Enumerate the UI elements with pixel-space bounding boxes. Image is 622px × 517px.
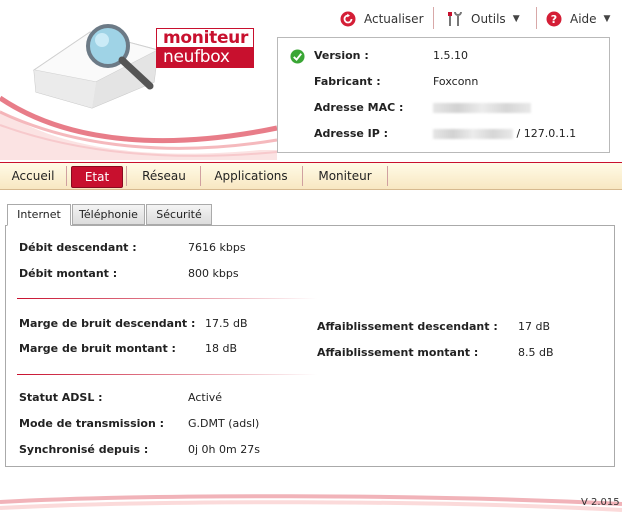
nav-applications[interactable]: Applications — [205, 163, 297, 189]
refresh-icon — [340, 11, 356, 27]
snr-down-label: Marge de bruit descendant : — [19, 317, 196, 330]
maker-row: Fabricant : Foxconn — [278, 75, 609, 93]
check-icon — [290, 49, 305, 64]
chevron-down-icon: ▼ — [603, 14, 611, 24]
chevron-down-icon: ▼ — [512, 14, 520, 24]
nav-accueil[interactable]: Accueil — [4, 163, 62, 189]
footer-swoosh — [0, 494, 622, 512]
down-rate-value: 7616 kbps — [188, 241, 246, 254]
atten-up-label: Affaiblissement montant : — [317, 346, 479, 359]
ip-value: / 127.0.1.1 — [433, 127, 576, 140]
device-info-box: Version : 1.5.10 Fabricant : Foxconn Adr… — [277, 37, 610, 153]
mac-label: Adresse MAC : — [314, 101, 404, 114]
ip-redacted — [433, 129, 513, 139]
nav-separator — [66, 166, 67, 186]
main-nav: Accueil Etat Réseau Applications Moniteu… — [0, 162, 622, 190]
version-value: 1.5.10 — [433, 49, 468, 62]
up-rate-label: Débit montant : — [19, 267, 118, 280]
toolbar-separator — [433, 7, 434, 29]
nav-moniteur[interactable]: Moniteur — [307, 163, 383, 189]
adsl-status-label: Statut ADSL : — [19, 391, 103, 404]
atten-down-value: 17 dB — [518, 320, 551, 333]
adsl-status-value: Activé — [188, 391, 223, 404]
tab-telephonie[interactable]: Téléphonie — [72, 204, 145, 225]
logo-text-bottom: neufbox — [157, 47, 254, 67]
refresh-label: Actualiser — [364, 12, 424, 26]
sync-value: 0j 0h 0m 27s — [188, 443, 260, 456]
tools-menu[interactable]: Outils ▼ — [447, 10, 520, 28]
mac-row: Adresse MAC : — [278, 101, 609, 119]
moniteur-neufbox-logo: moniteur neufbox — [156, 28, 255, 68]
mode-value: G.DMT (adsl) — [188, 417, 260, 430]
svg-text:?: ? — [551, 13, 557, 26]
tab-securite[interactable]: Sécurité — [146, 204, 212, 225]
logo-text-top: moniteur — [157, 29, 254, 47]
nav-etat[interactable]: Etat — [71, 166, 123, 188]
nav-separator — [126, 166, 127, 186]
neufbox-device-image — [32, 24, 160, 109]
refresh-button[interactable]: Actualiser — [340, 10, 424, 28]
maker-value: Foxconn — [433, 75, 479, 88]
tools-icon — [448, 11, 462, 26]
mac-value-redacted — [433, 101, 531, 114]
nav-separator — [302, 166, 303, 186]
ip-label: Adresse IP : — [314, 127, 389, 140]
tab-internet[interactable]: Internet — [7, 204, 71, 226]
snr-down-value: 17.5 dB — [205, 317, 248, 330]
nav-separator — [387, 166, 388, 186]
snr-up-value: 18 dB — [205, 342, 238, 355]
snr-up-label: Marge de bruit montant : — [19, 342, 176, 355]
ip-row: Adresse IP : / 127.0.1.1 — [278, 127, 609, 145]
atten-down-label: Affaiblissement descendant : — [317, 320, 498, 333]
section-divider — [17, 374, 317, 375]
up-rate-value: 800 kbps — [188, 267, 239, 280]
internet-status-panel: Débit descendant : 7616 kbps Débit monta… — [5, 225, 615, 467]
nav-reseau[interactable]: Réseau — [131, 163, 197, 189]
maker-label: Fabricant : — [314, 75, 381, 88]
atten-up-value: 8.5 dB — [518, 346, 554, 359]
section-divider — [17, 298, 317, 299]
mode-label: Mode de transmission : — [19, 417, 165, 430]
tools-label: Outils — [471, 12, 506, 26]
toolbar-separator — [536, 7, 537, 29]
app-version: V 2.015 — [581, 497, 620, 508]
help-menu[interactable]: ? Aide ▼ — [546, 10, 610, 28]
help-icon: ? — [546, 11, 562, 27]
help-label: Aide — [570, 12, 597, 26]
nav-separator — [200, 166, 201, 186]
sync-label: Synchronisé depuis : — [19, 443, 149, 456]
ip-suffix: / 127.0.1.1 — [516, 127, 577, 140]
version-row: Version : 1.5.10 — [278, 49, 609, 67]
down-rate-label: Débit descendant : — [19, 241, 137, 254]
version-label: Version : — [314, 49, 369, 62]
